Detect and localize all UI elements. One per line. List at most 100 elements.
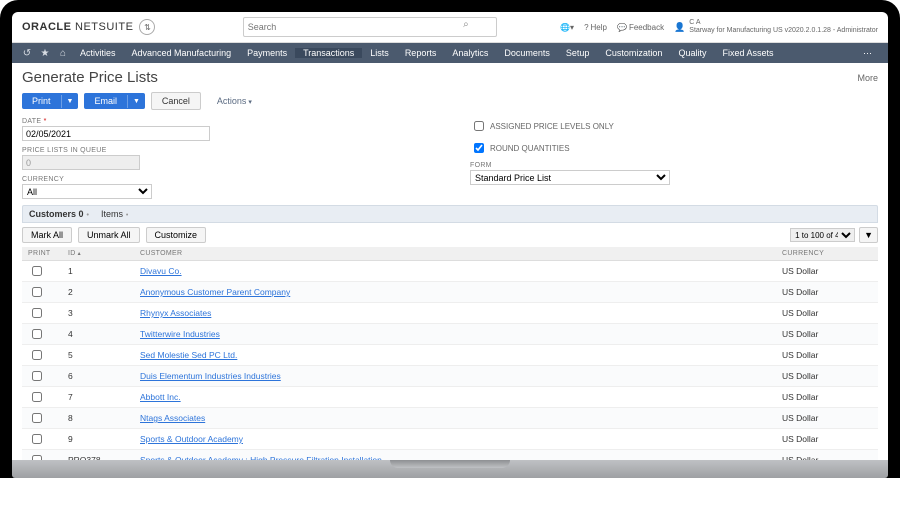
nav-documents[interactable]: Documents [496,48,558,58]
col-currency[interactable]: CURRENCY [776,247,878,261]
nav-advanced-manufacturing[interactable]: Advanced Manufacturing [124,48,240,58]
row-id: 5 [62,345,134,366]
table-row: 4 Twitterwire Industries US Dollar [22,324,878,345]
nav-customization[interactable]: Customization [597,48,670,58]
search-icon[interactable]: ⌕ [463,19,469,30]
customer-link[interactable]: Rhynyx Associates [140,308,211,318]
page-range-select[interactable]: 1 to 100 of 415 [790,228,855,242]
cancel-button[interactable]: Cancel [151,92,201,110]
round-quantities-field[interactable]: ROUND QUANTITIES [470,140,670,156]
queue-label: PRICE LISTS IN QUEUE [22,147,210,154]
row-currency: US Dollar [776,408,878,429]
row-print-checkbox[interactable] [32,308,42,318]
customer-link[interactable]: Anonymous Customer Parent Company [140,287,290,297]
col-customer[interactable]: CUSTOMER [134,247,776,261]
customer-link[interactable]: Twitterwire Industries [140,329,220,339]
history-icon[interactable]: ↺ [18,48,36,59]
nav-reports[interactable]: Reports [397,48,445,58]
nav-quality[interactable]: Quality [670,48,714,58]
row-id: 4 [62,324,134,345]
row-currency: US Dollar [776,324,878,345]
customer-link[interactable]: Sports & Outdoor Academy : High Pressure… [140,455,382,460]
main-nav: ↺ ★ ⌂ ActivitiesAdvanced ManufacturingPa… [12,43,888,63]
customer-link[interactable]: Duis Elementum Industries Industries [140,371,281,381]
queue-field: PRICE LISTS IN QUEUE [22,147,210,170]
favorites-icon[interactable]: ★ [36,48,54,59]
row-print-checkbox[interactable] [32,434,42,444]
table-row: 8Ntags AssociatesUS Dollar [22,408,878,429]
unmark-all-button[interactable]: Unmark All [78,227,140,243]
print-button[interactable]: Print▼ [22,93,78,109]
row-print-checkbox[interactable] [32,455,42,460]
date-input[interactable] [22,126,210,141]
global-search[interactable]: ⌕ [243,17,473,37]
action-buttons: Print▼ Email▼ Cancel Actions [22,92,878,110]
currency-select[interactable]: All [22,184,152,199]
col-id[interactable]: ID [62,247,134,261]
email-button[interactable]: Email▼ [84,93,144,109]
account-role: Starway for Manufacturing US v2020.2.0.1… [689,27,878,35]
tab-items[interactable]: Items [101,209,128,219]
form-field: FORM Standard Price List [470,162,670,185]
search-input[interactable] [243,17,497,37]
customer-link[interactable]: Ntags Associates [140,413,205,423]
row-print-checkbox[interactable] [32,413,42,423]
nav-analytics[interactable]: Analytics [444,48,496,58]
row-id: 1 [62,261,134,282]
row-id: 6 [62,366,134,387]
row-print-checkbox[interactable] [32,266,42,276]
actions-menu[interactable]: Actions [217,96,252,106]
pager-caret-icon[interactable]: ▼ [859,227,878,243]
nav-overflow-icon[interactable]: ⋯ [853,48,882,59]
help-link[interactable]: ? Help [584,23,607,32]
row-print-checkbox[interactable] [32,350,42,360]
assigned-levels-field[interactable]: ASSIGNED PRICE LEVELS ONLY [470,118,670,134]
currency-field: CURRENCY All [22,176,210,199]
row-print-checkbox[interactable] [32,287,42,297]
queue-input [22,155,140,170]
row-id: PRO378 [62,450,134,461]
page-title: Generate Price Lists [22,69,158,86]
nav-lists[interactable]: Lists [362,48,397,58]
customer-link[interactable]: Divavu Co. [140,266,182,276]
customer-link[interactable]: Sports & Outdoor Academy [140,434,243,444]
table-row: 7Abbott Inc.US Dollar [22,387,878,408]
home-icon[interactable]: ⌂ [54,48,72,59]
table-row: 2 Anonymous Customer Parent Company US Dol… [22,282,878,303]
nav-fixed-assets[interactable]: Fixed Assets [714,48,781,58]
feedback-link[interactable]: 💬 Feedback [617,23,664,32]
customize-button[interactable]: Customize [146,227,207,243]
table-row: 5Sed Molestie Sed PC Ltd.US Dollar [22,345,878,366]
more-link[interactable]: More [857,73,878,83]
row-currency: US Dollar [776,366,878,387]
row-print-checkbox[interactable] [32,371,42,381]
col-print[interactable]: PRINT [22,247,62,261]
nav-payments[interactable]: Payments [239,48,295,58]
user-icon: 👤 [674,22,685,33]
customer-link[interactable]: Abbott Inc. [140,392,181,402]
account-menu[interactable]: 👤 C A Starway for Manufacturing US v2020… [674,19,878,34]
table-row: PRO378 Sports & Outdoor Academy : High Pr… [22,450,878,461]
form-select[interactable]: Standard Price List [470,170,670,185]
row-print-checkbox[interactable] [32,392,42,402]
row-currency: US Dollar [776,261,878,282]
row-currency: US Dollar [776,429,878,450]
tab-customers[interactable]: Customers 0 [29,209,89,219]
role-switch-icon[interactable]: ⇅ [139,19,155,35]
language-icon[interactable]: 🌐▾ [560,23,574,32]
subtabs: Customers 0 Items [22,205,878,223]
nav-setup[interactable]: Setup [558,48,598,58]
row-currency: US Dollar [776,282,878,303]
customer-link[interactable]: Sed Molestie Sed PC Ltd. [140,350,237,360]
date-field: DATE [22,118,210,141]
row-print-checkbox[interactable] [32,329,42,339]
row-currency: US Dollar [776,450,878,461]
row-id: 2 [62,282,134,303]
table-row: 9Sports & Outdoor AcademyUS Dollar [22,429,878,450]
assigned-checkbox[interactable] [474,121,484,131]
round-checkbox[interactable] [474,143,484,153]
nav-transactions[interactable]: Transactions [295,48,362,58]
mark-all-button[interactable]: Mark All [22,227,72,243]
account-name: C A [689,19,878,27]
nav-activities[interactable]: Activities [72,48,124,58]
